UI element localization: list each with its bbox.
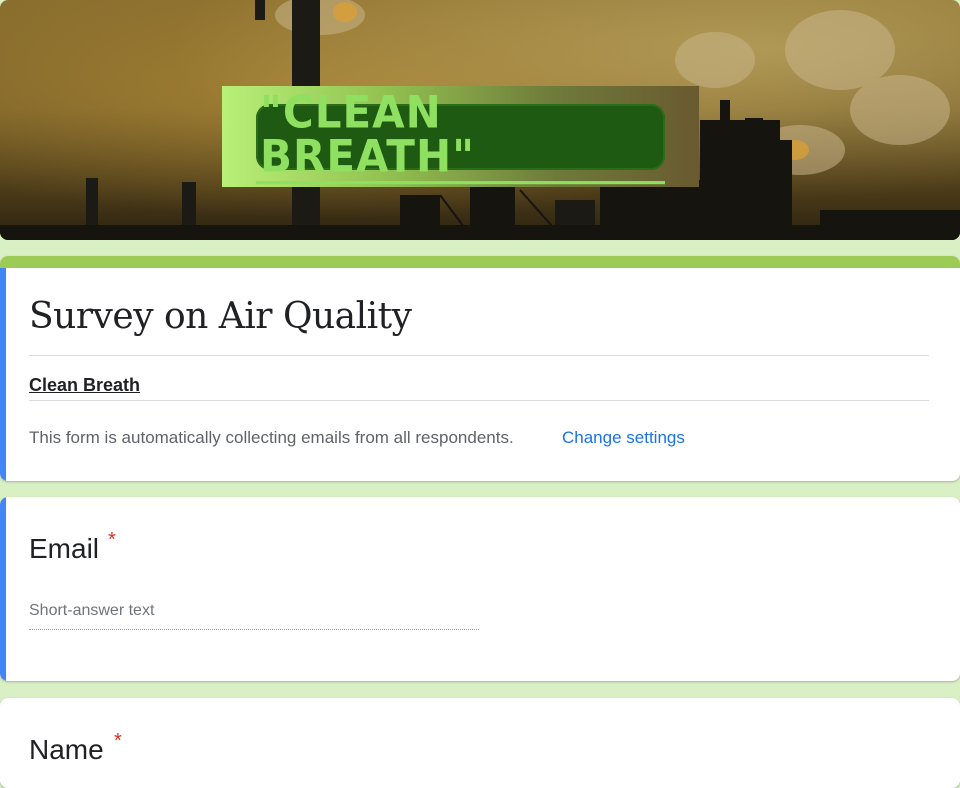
form-description[interactable]: Clean Breath [29,375,140,396]
email-collection-notice: This form is automatically collecting em… [29,428,514,447]
header-banner-image: "CLEAN BREATH" [0,0,960,240]
question-title-email[interactable]: Email [29,533,99,565]
required-asterisk: * [108,529,116,551]
short-answer-underline [29,629,479,630]
required-asterisk: * [114,730,122,752]
description-underline [29,400,929,401]
banner-logo: "CLEAN BREATH" [256,90,665,184]
change-settings-link[interactable]: Change settings [562,428,685,448]
question-title-name[interactable]: Name [29,734,104,766]
theme-accent-bar [0,256,960,268]
short-answer-placeholder: Short-answer text [29,602,155,619]
form-title[interactable]: Survey on Air Quality [29,296,412,337]
banner-logo-text: "CLEAN BREATH" [256,90,665,184]
question-card-name[interactable] [0,698,960,788]
focus-indicator [0,497,6,681]
question-card-email[interactable] [0,497,960,681]
title-underline [29,355,929,356]
focus-indicator [0,268,6,481]
